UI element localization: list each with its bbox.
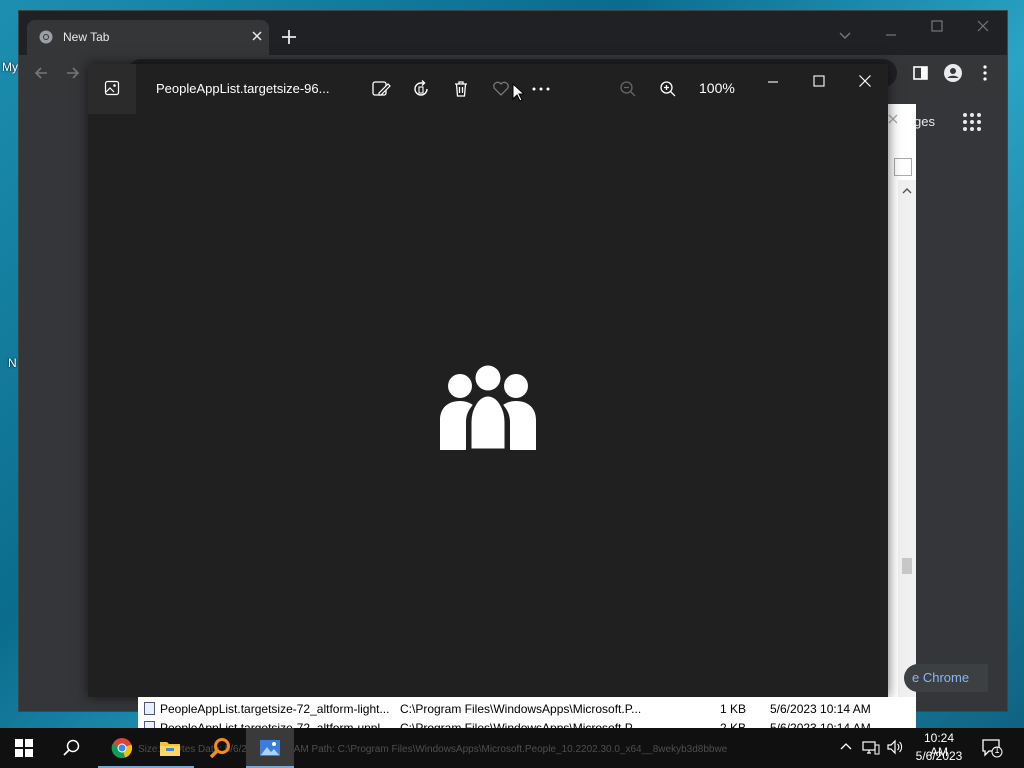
- rotate-icon[interactable]: [411, 79, 431, 99]
- tab-search-chevron-down-icon[interactable]: [835, 25, 855, 45]
- volume-speaker-icon[interactable]: [886, 739, 904, 755]
- favorite-heart-icon[interactable]: [491, 79, 511, 99]
- tab-title: New Tab: [63, 30, 110, 44]
- zoom-level-label[interactable]: 100%: [699, 80, 735, 96]
- photos-close-icon[interactable]: [855, 71, 875, 91]
- desktop-icon-label-fragment[interactable]: My: [2, 60, 18, 74]
- customize-chrome-button[interactable]: e Chrome: [904, 664, 988, 692]
- more-menu-icon[interactable]: [975, 63, 995, 83]
- photos-title-bar: PeopleAppList.targetsize-96... 100%: [88, 64, 888, 114]
- chrome-maximize-icon[interactable]: [927, 16, 947, 36]
- zoom-in-icon[interactable]: [658, 79, 678, 99]
- back-arrow-icon[interactable]: [31, 63, 51, 83]
- close-tab-icon[interactable]: [249, 28, 265, 44]
- delete-trash-icon[interactable]: [451, 79, 471, 99]
- mouse-cursor-icon: [512, 83, 524, 102]
- explorer-scrollbar[interactable]: [898, 180, 916, 710]
- more-options-icon[interactable]: [531, 79, 551, 99]
- show-hidden-icons-chevron-up-icon[interactable]: [838, 739, 854, 755]
- forward-arrow-icon[interactable]: [63, 63, 83, 83]
- chrome-minimize-icon[interactable]: [881, 25, 901, 45]
- photos-app-window: PeopleAppList.targetsize-96... 100%: [88, 64, 888, 697]
- chrome-close-icon[interactable]: [973, 16, 993, 36]
- photos-maximize-icon[interactable]: [809, 71, 829, 91]
- chrome-icon: [39, 30, 53, 44]
- start-button[interactable]: [0, 728, 48, 768]
- taskbar-search-app-button[interactable]: [196, 728, 244, 768]
- zoom-out-icon[interactable]: [618, 79, 638, 99]
- search-button[interactable]: [48, 728, 96, 768]
- tab-new-tab[interactable]: New Tab: [27, 20, 269, 55]
- notification-count: 1: [994, 745, 1000, 755]
- close-icon[interactable]: [886, 112, 900, 126]
- photos-minimize-icon[interactable]: [763, 72, 783, 92]
- image-icon: [104, 80, 120, 96]
- side-panel-icon[interactable]: [911, 63, 931, 83]
- google-apps-grid-icon[interactable]: [962, 112, 982, 132]
- chrome-tab-strip: New Tab: [19, 11, 1007, 55]
- notification-center-icon[interactable]: 1: [982, 738, 1004, 758]
- file-path: C:\Program Files\WindowsApps\Microsoft.P…: [400, 702, 642, 716]
- network-icon[interactable]: [862, 739, 880, 755]
- taskbar-file-explorer-button[interactable]: [146, 728, 194, 768]
- new-tab-button[interactable]: [279, 27, 299, 47]
- profile-avatar-icon[interactable]: [943, 63, 963, 83]
- ntp-images-link[interactable]: ges: [914, 114, 935, 129]
- people-icon: [438, 364, 538, 454]
- desktop-icon-label-fragment[interactable]: N: [8, 356, 17, 370]
- edit-image-icon[interactable]: [371, 79, 391, 99]
- explorer-scroll-thumb[interactable]: [902, 558, 912, 574]
- photos-app-icon-area[interactable]: [88, 64, 136, 114]
- clock-date[interactable]: 5/6/2023: [914, 749, 964, 763]
- taskbar: Size: 1 bytes Date: 5/6/2023 10:14 AM Pa…: [0, 728, 1024, 768]
- file-name: PeopleAppList.targetsize-72_altform-ligh…: [160, 702, 390, 716]
- file-size: 1 KB: [720, 702, 747, 716]
- photo-filename: PeopleAppList.targetsize-96...: [156, 81, 330, 96]
- taskbar-photos-button[interactable]: [246, 728, 294, 768]
- taskbar-chrome-button[interactable]: [98, 728, 146, 768]
- explorer-search-box-edge[interactable]: [894, 158, 912, 176]
- file-date: 5/6/2023 10:14 AM: [770, 702, 871, 716]
- file-icon: [144, 702, 155, 715]
- table-row[interactable]: PeopleAppList.targetsize-72_altform-ligh…: [138, 699, 916, 718]
